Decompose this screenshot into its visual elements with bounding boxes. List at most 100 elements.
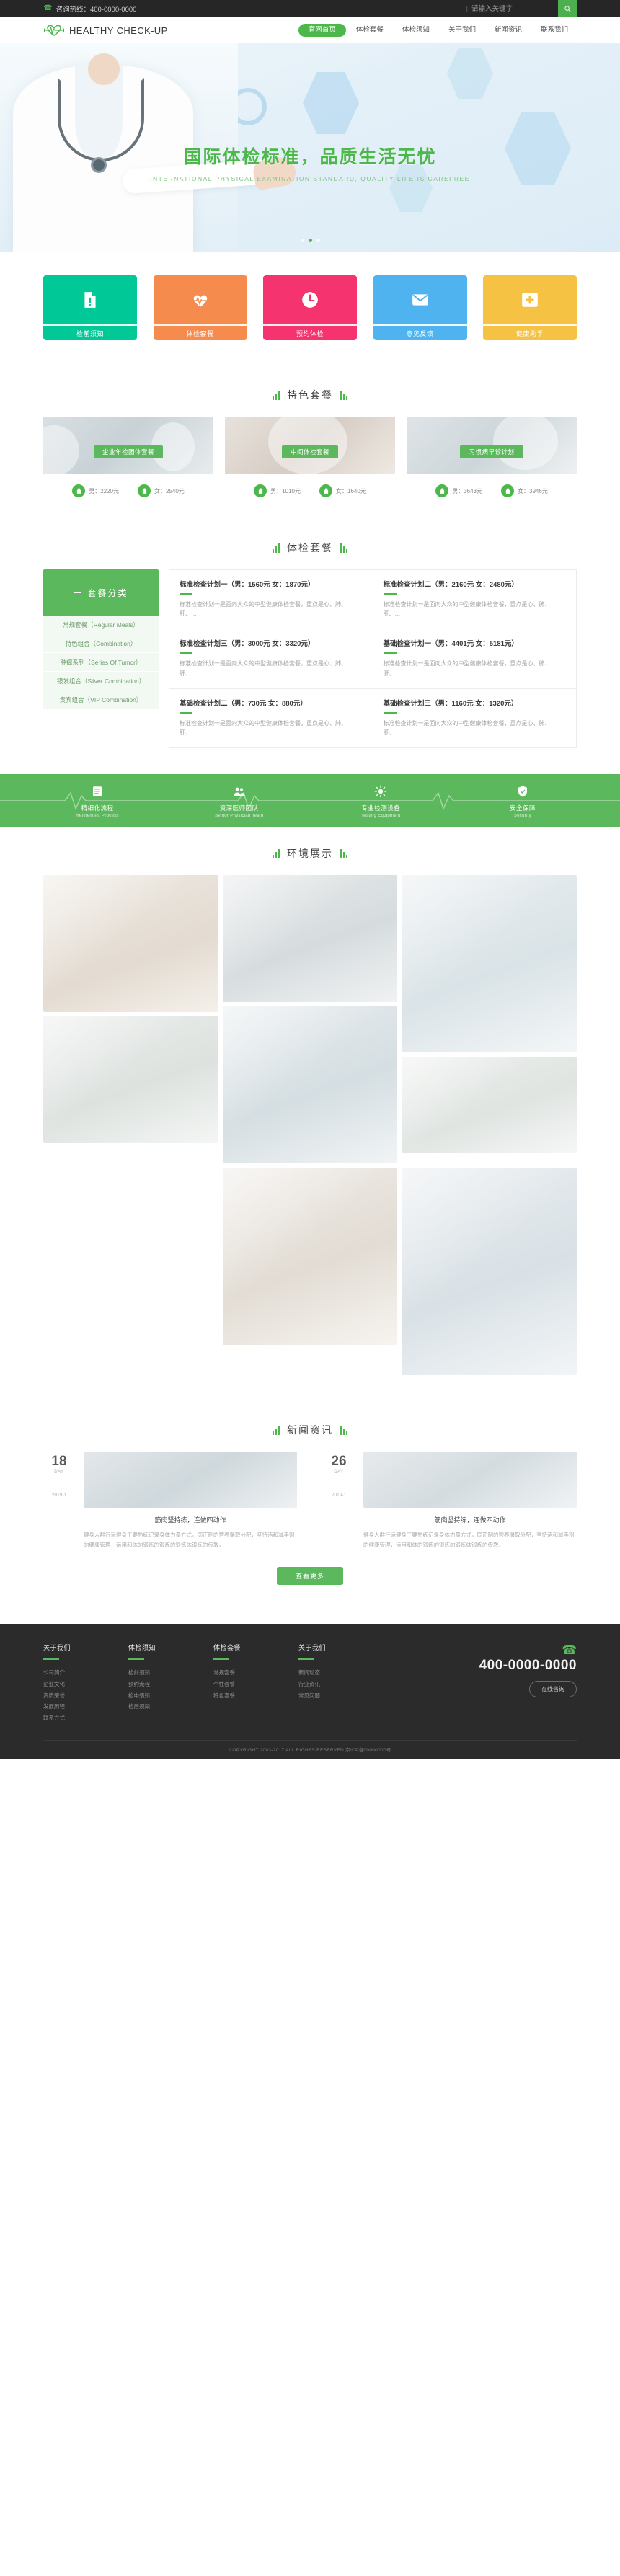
- price-female-label: 女：1640元: [336, 487, 366, 494]
- quick-card-assistant[interactable]: 健康助手: [483, 275, 577, 340]
- copyright-bar: COPYRIGHT 2003-2017 ALL RIGHTS RESERVED …: [43, 1739, 577, 1759]
- package-cell[interactable]: 标准检查计划一（男：1560元 女：1870元） 标准检查计划一是面向大众的中型…: [169, 570, 373, 630]
- featured-image: 中间体检套餐: [225, 417, 395, 474]
- package-category-combination[interactable]: 特色组合（Combination）: [43, 634, 159, 653]
- package-title: 基础检查计划三（男：1160元 女：1320元）: [383, 699, 518, 708]
- gallery-tile[interactable]: [43, 875, 218, 1013]
- package-category-silver[interactable]: 银发组合（Silver Combination）: [43, 672, 159, 690]
- footer-link[interactable]: 常规套餐: [213, 1667, 298, 1679]
- list-icon: [93, 786, 102, 796]
- news-item[interactable]: 26 DAY 2019-1 筋肉坚持练，连做四动作 健身人群行运健身工要熟练记录…: [323, 1452, 577, 1550]
- packages-section: 体检套餐 套餐分类 常规套餐（Regular Meals） 特色组合（Combi…: [0, 522, 620, 775]
- footer-link[interactable]: 新闻动态: [298, 1667, 384, 1679]
- news-item[interactable]: 18 DAY 2019-1 筋肉坚持练，连做四动作 健身人群行运健身工要熟练记录…: [43, 1452, 297, 1550]
- package-title: 标准检查计划二（男：2160元 女：2480元）: [383, 581, 518, 589]
- nav-item-about[interactable]: 关于我们: [440, 24, 484, 37]
- footer-link[interactable]: 资质荣誉: [43, 1690, 128, 1702]
- news-desc: 健身人群行运健身工要熟练记录身体力量方式，同正制的营养摄取分配，坚持活和减手别的…: [363, 1532, 575, 1548]
- clock-icon: [302, 292, 318, 308]
- advantages-strip: 精细化流程 Refinement Process 资深医师团队 Senior P…: [0, 774, 620, 828]
- gallery-tile[interactable]: [222, 1006, 398, 1164]
- package-rule: [180, 652, 192, 654]
- shield-icon: [518, 786, 527, 797]
- nav-item-news[interactable]: 新闻资讯: [486, 24, 531, 37]
- featured-item[interactable]: 企业年检团体套餐 男：2220元 女：2540元: [43, 417, 213, 497]
- gallery-tile[interactable]: [222, 1168, 398, 1346]
- package-cell[interactable]: 基础检查计划三（男：1160元 女：1320元） 标准检查计划一是面向大众的中型…: [373, 688, 577, 749]
- package-category-vip[interactable]: 贵宾组合（VIP Combination）: [43, 690, 159, 709]
- featured-price-female: 女：1640元: [319, 484, 366, 497]
- advantage-name: 资深医师团队: [219, 804, 259, 812]
- footer-link[interactable]: 公司简介: [43, 1667, 128, 1679]
- package-rule: [180, 593, 192, 595]
- site-footer: 关于我们 公司简介 企业文化 资质荣誉 发展历程 联系方式 体检须知 检前须知 …: [0, 1624, 620, 1759]
- heartbeat-logo-icon: [44, 25, 64, 36]
- footer-link[interactable]: 检前须知: [128, 1667, 213, 1679]
- footer-link[interactable]: 个性套餐: [213, 1679, 298, 1690]
- footer-link[interactable]: 预约流程: [128, 1679, 213, 1690]
- quick-card-notice[interactable]: 检前须知: [43, 275, 137, 340]
- carousel-dot-1[interactable]: [300, 239, 304, 242]
- footer-link[interactable]: 特色套餐: [213, 1690, 298, 1702]
- package-cell[interactable]: 基础检查计划一（男：4401元 女：5181元） 标准检查计划一是面向大众的中型…: [373, 629, 577, 689]
- footer-column-packages: 体检套餐 常规套餐 个性套餐 特色套餐: [213, 1643, 298, 1724]
- view-more-button[interactable]: 查看更多: [276, 1567, 343, 1586]
- gallery-tile[interactable]: [402, 1057, 577, 1154]
- gallery-tile[interactable]: [402, 1168, 577, 1376]
- news-desc: 健身人群行运健身工要熟练记录身体力量方式，同正制的营养摄取分配，坚持活和减手别的…: [84, 1532, 295, 1548]
- bag-icon: [501, 484, 514, 497]
- footer-column-notice: 体检须知 检前须知 预约流程 检中须知 检后须知: [128, 1643, 213, 1724]
- news-year: 2019-1: [51, 1493, 67, 1498]
- nav-item-packages[interactable]: 体检套餐: [347, 24, 392, 37]
- carousel-dot-3[interactable]: [316, 239, 320, 242]
- gallery-section-title: 环境展示: [287, 848, 333, 860]
- search-button[interactable]: [558, 0, 577, 17]
- gallery-tile[interactable]: [402, 875, 577, 1053]
- price-female-label: 女：3946元: [518, 487, 548, 494]
- gallery-tile[interactable]: [43, 1016, 218, 1144]
- footer-link[interactable]: 联系方式: [43, 1713, 128, 1724]
- footer-underline: [213, 1658, 229, 1661]
- featured-item[interactable]: 中间体检套餐 男：1010元 女：1640元: [225, 417, 395, 497]
- nav-item-notice[interactable]: 体检须知: [394, 24, 438, 37]
- price-female-label: 女：2540元: [154, 487, 185, 494]
- quick-card-appointment[interactable]: 预约体检: [263, 275, 357, 340]
- featured-price-female: 女：3946元: [501, 484, 548, 497]
- quick-card-feedback[interactable]: 意见反馈: [373, 275, 467, 340]
- phone-icon: ☎: [561, 1643, 577, 1658]
- footer-link[interactable]: 行业资讯: [298, 1679, 384, 1690]
- news-title: 筋肉坚持练，连做四动作: [154, 1516, 226, 1524]
- hero-banner: 国际体检标准，品质生活无忧 INTERNATIONAL PHYSICAL EXA…: [0, 43, 620, 252]
- footer-link[interactable]: 发展历程: [43, 1701, 128, 1713]
- search-input[interactable]: [471, 0, 558, 17]
- package-cell[interactable]: 基础检查计划二（男：730元 女：880元） 标准检查计划一是面向大众的中型健康…: [169, 688, 373, 749]
- package-rule: [180, 711, 192, 714]
- package-category-regular[interactable]: 常规套餐（Regular Meals）: [43, 616, 159, 634]
- footer-link[interactable]: 企业文化: [43, 1679, 128, 1690]
- quick-card-packages[interactable]: 体检套餐: [153, 275, 247, 340]
- package-desc: 标准检查计划一是面向大众的中型健康体检套餐，重点是心、肺、肝、…: [180, 601, 347, 618]
- carousel-dot-2[interactable]: [308, 239, 312, 242]
- footer-contact: ☎ 400-0000-0000 在线咨询: [479, 1643, 577, 1724]
- package-rule: [383, 593, 397, 595]
- advantage-item: 安全保障 Security: [469, 783, 577, 818]
- gallery-tile[interactable]: [222, 875, 398, 1003]
- package-cell[interactable]: 标准检查计划三（男：3000元 女：3320元） 标准检查计划一是面向大众的中型…: [169, 629, 373, 689]
- nav-item-home[interactable]: 官网首页: [298, 24, 346, 37]
- footer-link[interactable]: 常见问题: [298, 1690, 384, 1702]
- news-date: 18 DAY 2019-1: [43, 1452, 75, 1550]
- news-day: 26: [331, 1454, 347, 1470]
- footer-column-title: 体检须知: [128, 1644, 156, 1652]
- footer-link[interactable]: 检后须知: [128, 1701, 213, 1713]
- footer-phone: 400-0000-0000: [479, 1658, 577, 1674]
- package-category-tumor[interactable]: 肿瘤系列（Series Of Tumor）: [43, 653, 159, 672]
- logo[interactable]: HEALTHY CHECK-UP: [43, 24, 187, 37]
- nav-item-contact[interactable]: 联系我们: [532, 24, 577, 37]
- top-bar: ☎ 咨询热线：400-0000-0000 |: [0, 0, 620, 17]
- footer-link[interactable]: 检中须知: [128, 1690, 213, 1702]
- online-consult-button[interactable]: 在线咨询: [529, 1681, 577, 1698]
- advantage-item: 资深医师团队 Senior Physician Team: [185, 783, 293, 818]
- package-cell[interactable]: 标准检查计划二（男：2160元 女：2480元） 标准检查计划一是面向大众的中型…: [373, 570, 577, 630]
- featured-item[interactable]: 习惯病早诊计划 男：3643元 女：3946元: [407, 417, 577, 497]
- quick-card-label: 意见反馈: [373, 324, 467, 340]
